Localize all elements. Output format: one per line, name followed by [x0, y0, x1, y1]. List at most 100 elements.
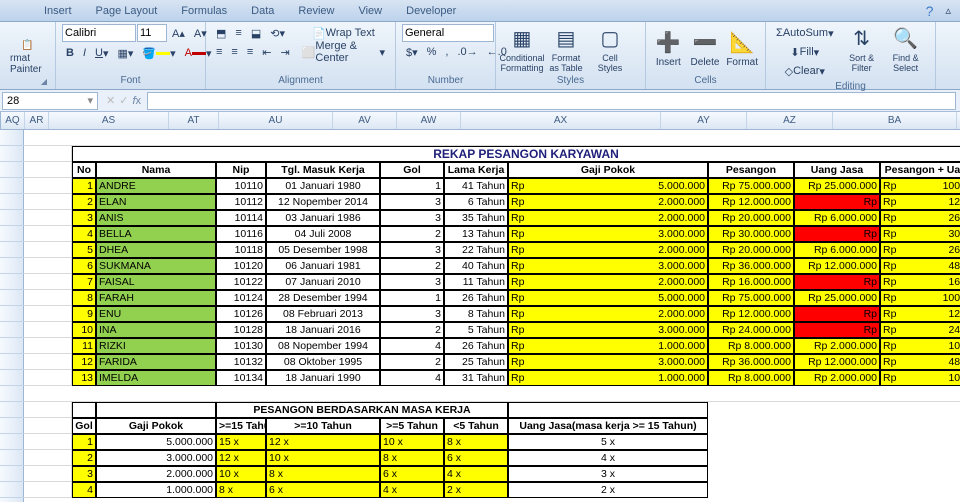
hdr-uangjasa[interactable]: Uang Jasa [794, 162, 880, 178]
hdr-gaji[interactable]: Gaji Pokok [508, 162, 708, 178]
hdr-no[interactable]: No [72, 162, 96, 178]
number-format-select[interactable] [402, 24, 494, 42]
cell[interactable] [24, 226, 72, 242]
ribbon-tab-page-layout[interactable]: Page Layout [84, 2, 170, 20]
row-header[interactable] [0, 418, 24, 434]
cell[interactable] [24, 338, 72, 354]
increase-font-icon[interactable]: A▴ [168, 24, 189, 42]
cell-no[interactable]: 13 [72, 370, 96, 386]
cell-nip[interactable]: 10116 [216, 226, 266, 242]
sec-gol[interactable]: 2 [72, 450, 96, 466]
sec-c3[interactable]: 6 x [380, 466, 444, 482]
cell-lama[interactable]: 6 Tahun [444, 194, 508, 210]
cell[interactable] [24, 354, 72, 370]
cell-nip[interactable]: 10110 [216, 178, 266, 194]
cell-lama[interactable]: 31 Tahun [444, 370, 508, 386]
cell-uangjasa[interactable]: Rp 2.000.000 [794, 370, 880, 386]
cell-nama[interactable]: FARAH [96, 290, 216, 306]
cell[interactable] [24, 242, 72, 258]
cell-nama[interactable]: SUKMANA [96, 258, 216, 274]
cell-tgl[interactable]: 04 Juli 2008 [266, 226, 380, 242]
cell-total[interactable]: Rp10.000.000 [880, 370, 960, 386]
cell-no[interactable]: 9 [72, 306, 96, 322]
sec-gaji[interactable]: 3.000.000 [96, 450, 216, 466]
cell-gaji[interactable]: Rp2.000.000 [508, 274, 708, 290]
cell[interactable] [24, 386, 960, 402]
cell-nip[interactable]: 10120 [216, 258, 266, 274]
fill-button[interactable]: ⬇ Fill ▾ [772, 43, 838, 61]
col-header-AX[interactable]: AX [461, 112, 661, 129]
cell-gol[interactable]: 4 [380, 370, 444, 386]
underline-button[interactable]: U▾ [91, 44, 112, 62]
sec-gaji-blank[interactable] [96, 402, 216, 418]
merge-center-button[interactable]: ⬜ Merge & Center ▾ [298, 43, 389, 61]
cell-total[interactable]: Rp10.000.000 [880, 338, 960, 354]
paste-button[interactable]: 📋 [17, 36, 37, 54]
cell-nama[interactable]: FAISAL [96, 274, 216, 290]
align-top-icon[interactable]: ⬒ [212, 24, 230, 42]
cell-gol[interactable]: 2 [380, 226, 444, 242]
cell-tgl[interactable]: 05 Desember 1998 [266, 242, 380, 258]
fx-icon[interactable]: fx [132, 95, 141, 107]
align-right-icon[interactable]: ≡ [243, 43, 257, 61]
cell-no[interactable]: 10 [72, 322, 96, 338]
cell[interactable] [24, 274, 72, 290]
cell-tgl[interactable]: 08 Februari 2013 [266, 306, 380, 322]
row-header[interactable] [0, 226, 24, 242]
cell-nip[interactable]: 10122 [216, 274, 266, 290]
sec-gol[interactable]: 3 [72, 466, 96, 482]
find-select-button[interactable]: 🔍Find & Select [886, 24, 926, 74]
ribbon-tab-view[interactable]: View [346, 2, 394, 20]
sec-c3[interactable]: 8 x [380, 450, 444, 466]
cell-gaji[interactable]: Rp2.000.000 [508, 306, 708, 322]
row-header[interactable] [0, 354, 24, 370]
ribbon-tab-data[interactable]: Data [239, 2, 286, 20]
cell-tgl[interactable]: 03 Januari 1986 [266, 210, 380, 226]
ribbon-tab-developer[interactable]: Developer [394, 2, 468, 20]
hdr-lama[interactable]: Lama Kerja [444, 162, 508, 178]
ribbon-tab-insert[interactable]: Insert [32, 2, 84, 20]
cell-gol[interactable]: 2 [380, 258, 444, 274]
cell-lama[interactable]: 26 Tahun [444, 338, 508, 354]
cell[interactable] [24, 194, 72, 210]
sort-filter-button[interactable]: ⇅Sort & Filter [842, 24, 882, 74]
sec-c4[interactable]: 8 x [444, 434, 508, 450]
cell-pesangon[interactable]: Rp 30.000.000 [708, 226, 794, 242]
cell-uangjasa[interactable]: Rp 25.000.000 [794, 290, 880, 306]
sec-hdr-c3[interactable]: >=5 Tahun [380, 418, 444, 434]
cell-lama[interactable]: 13 Tahun [444, 226, 508, 242]
align-left-icon[interactable]: ≡ [212, 43, 226, 61]
row-header[interactable] [0, 258, 24, 274]
cell[interactable] [24, 370, 72, 386]
col-header-AQ[interactable]: AQ [1, 112, 25, 129]
cell-no[interactable]: 11 [72, 338, 96, 354]
cell[interactable] [24, 434, 72, 450]
cell-pesangon[interactable]: Rp 75.000.000 [708, 178, 794, 194]
cell-gol[interactable]: 3 [380, 242, 444, 258]
percent-icon[interactable]: % [423, 43, 441, 61]
cell-nip[interactable]: 10128 [216, 322, 266, 338]
sec-uj[interactable]: 5 x [508, 434, 708, 450]
cell-gaji[interactable]: Rp1.000.000 [508, 370, 708, 386]
sec-c3[interactable]: 10 x [380, 434, 444, 450]
cell-uangjasa[interactable]: Rp [794, 306, 880, 322]
cell-lama[interactable]: 22 Tahun [444, 242, 508, 258]
cell[interactable] [24, 450, 72, 466]
insert-button[interactable]: ➕Insert [652, 24, 685, 74]
col-header-AV[interactable]: AV [333, 112, 397, 129]
cell-gol[interactable]: 2 [380, 322, 444, 338]
sec-c2[interactable]: 10 x [266, 450, 380, 466]
row-header[interactable] [0, 194, 24, 210]
col-header-BA[interactable]: BA [833, 112, 957, 129]
sec-c2[interactable]: 12 x [266, 434, 380, 450]
currency-icon[interactable]: $▾ [402, 43, 422, 61]
col-header-AY[interactable]: AY [661, 112, 747, 129]
enter-icon[interactable]: ✓ [119, 94, 128, 107]
cell-nip[interactable]: 10134 [216, 370, 266, 386]
help-icon[interactable]: ? [925, 2, 935, 20]
cell-uangjasa[interactable]: Rp [794, 194, 880, 210]
sec-c2[interactable]: 8 x [266, 466, 380, 482]
cell-uangjasa[interactable]: Rp 2.000.000 [794, 338, 880, 354]
cell[interactable] [24, 258, 72, 274]
row-header[interactable] [0, 290, 24, 306]
